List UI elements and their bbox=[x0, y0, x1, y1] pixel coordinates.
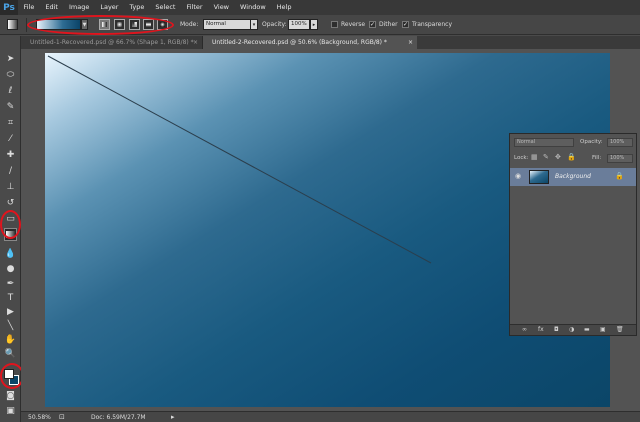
transparency-label: Transparency bbox=[412, 21, 453, 28]
tab-label: Untitled-2-Recovered.psd @ 50.6% (Backgr… bbox=[212, 39, 387, 46]
layer-thumbnail bbox=[529, 170, 549, 184]
visibility-eye-icon[interactable]: ◉ bbox=[515, 172, 521, 180]
status-info-icon[interactable]: ⊡ bbox=[59, 413, 65, 421]
blend-mode-select[interactable]: Normal bbox=[514, 138, 574, 147]
tab-label: Untitled-1-Recovered.psd @ 66.7% (Shape … bbox=[30, 39, 194, 46]
menu-bar: Ps File Edit Image Layer Type Select Fil… bbox=[0, 0, 640, 15]
new-layer-icon[interactable]: ▣ bbox=[600, 326, 606, 333]
reverse-checkbox[interactable] bbox=[331, 21, 338, 28]
opacity-dropdown-icon[interactable]: ▸ bbox=[310, 19, 318, 30]
layer-row-background[interactable]: ◉ Background 🔒 bbox=[510, 168, 636, 186]
crop-tool-icon[interactable]: ⌗ bbox=[4, 116, 17, 129]
quick-select-tool-icon[interactable]: ✎ bbox=[4, 100, 17, 113]
opacity-input[interactable]: 100% bbox=[288, 19, 310, 30]
lock-all-icon[interactable]: 🔒 bbox=[567, 153, 576, 161]
dither-checkbox[interactable]: ✓ bbox=[369, 21, 376, 28]
status-menu-arrow-icon[interactable]: ▸ bbox=[171, 413, 175, 421]
layer-name: Background bbox=[555, 173, 591, 180]
mode-select[interactable]: Normal bbox=[203, 19, 257, 30]
mode-label: Mode: bbox=[180, 21, 199, 28]
menu-edit[interactable]: Edit bbox=[40, 0, 64, 15]
path-selection-tool-icon[interactable]: ▶ bbox=[4, 305, 17, 318]
options-bar: ▼ Mode: Normal ▾ Opacity: 100% ▸ Reverse… bbox=[0, 15, 640, 35]
zoom-level[interactable]: 50.58% bbox=[28, 414, 51, 421]
menu-window[interactable]: Window bbox=[235, 0, 272, 15]
healing-brush-tool-icon[interactable]: ✚ bbox=[4, 148, 17, 161]
opacity-label: Opacity: bbox=[580, 139, 603, 145]
menu-image[interactable]: Image bbox=[63, 0, 94, 15]
tool-preset-icon[interactable] bbox=[7, 19, 18, 30]
eyedropper-tool-icon[interactable]: ⁄ bbox=[4, 132, 17, 145]
tools-panel: ➤ ⬭ ℓ ✎ ⌗ ⁄ ✚ ∕ ⊥ ↺ ▭ 💧 ● ✒ T ▶ ╲ ✋ 🔍 ◙ … bbox=[0, 36, 24, 422]
menu-help[interactable]: Help bbox=[271, 0, 297, 15]
menu-file[interactable]: File bbox=[18, 0, 40, 15]
hand-tool-icon[interactable]: ✋ bbox=[4, 333, 17, 346]
marquee-tool-icon[interactable]: ⬭ bbox=[4, 68, 17, 81]
brush-tool-icon[interactable]: ∕ bbox=[4, 164, 17, 177]
layers-panel: Normal Opacity: 100% Lock: ▦ ✎ ✥ 🔒 Fill:… bbox=[509, 133, 637, 336]
new-group-icon[interactable]: ▬ bbox=[584, 326, 590, 333]
menu-layer[interactable]: Layer bbox=[95, 0, 124, 15]
layer-mask-icon[interactable]: ◘ bbox=[554, 326, 559, 333]
lasso-tool-icon[interactable]: ℓ bbox=[4, 84, 17, 97]
document-tabs: Untitled-1-Recovered.psd @ 66.7% (Shape … bbox=[21, 36, 640, 49]
transparency-checkbox[interactable]: ✓ bbox=[402, 21, 409, 28]
layer-opacity-input[interactable]: 100% bbox=[607, 138, 633, 147]
quick-mask-icon[interactable]: ◙ bbox=[4, 389, 17, 402]
close-icon[interactable]: × bbox=[193, 36, 198, 49]
reverse-label: Reverse bbox=[341, 21, 366, 28]
type-tool-icon[interactable]: T bbox=[4, 291, 17, 304]
shape-tool-icon[interactable]: ╲ bbox=[4, 319, 17, 332]
link-layers-icon[interactable]: ∞ bbox=[522, 326, 527, 333]
close-icon[interactable]: × bbox=[408, 36, 413, 49]
foreground-color-swatch[interactable] bbox=[4, 369, 14, 379]
dither-label: Dither bbox=[379, 21, 398, 28]
adjustment-layer-icon[interactable]: ◑ bbox=[569, 326, 574, 333]
highlight-annotation bbox=[0, 210, 21, 239]
clone-stamp-tool-icon[interactable]: ⊥ bbox=[4, 180, 17, 193]
screen-mode-icon[interactable]: ▣ bbox=[4, 404, 17, 417]
pen-tool-icon[interactable]: ✒ bbox=[4, 277, 17, 290]
zoom-tool-icon[interactable]: 🔍 bbox=[4, 347, 17, 360]
opacity-label: Opacity: bbox=[262, 21, 287, 28]
mode-dropdown-icon[interactable]: ▾ bbox=[250, 19, 258, 30]
tab-untitled-1[interactable]: Untitled-1-Recovered.psd @ 66.7% (Shape … bbox=[21, 36, 203, 49]
menu-filter[interactable]: Filter bbox=[181, 0, 208, 15]
menu-type[interactable]: Type bbox=[124, 0, 150, 15]
photoshop-window: Ps File Edit Image Layer Type Select Fil… bbox=[0, 0, 640, 422]
dodge-tool-icon[interactable]: ● bbox=[4, 262, 17, 275]
layers-panel-footer: ∞ fx ◘ ◑ ▬ ▣ 🗑 bbox=[510, 324, 636, 335]
history-brush-tool-icon[interactable]: ↺ bbox=[4, 196, 17, 209]
lock-image-icon[interactable]: ✎ bbox=[543, 153, 549, 161]
menu-view[interactable]: View bbox=[208, 0, 234, 15]
blur-tool-icon[interactable]: 💧 bbox=[4, 247, 17, 260]
status-bar: 50.58% ⊡ Doc: 6.59M/27.7M ▸ bbox=[21, 411, 640, 422]
photoshop-logo: Ps bbox=[0, 0, 18, 15]
menu-select[interactable]: Select bbox=[150, 0, 181, 15]
fill-input[interactable]: 100% bbox=[607, 154, 633, 163]
lock-transparent-icon[interactable]: ▦ bbox=[531, 153, 538, 161]
move-tool-icon[interactable]: ➤ bbox=[4, 52, 17, 65]
lock-label: Lock: bbox=[514, 155, 529, 161]
layer-style-icon[interactable]: fx bbox=[538, 326, 544, 333]
document-size: Doc: 6.59M/27.7M bbox=[91, 414, 146, 421]
delete-layer-icon[interactable]: 🗑 bbox=[616, 326, 624, 333]
lock-position-icon[interactable]: ✥ bbox=[555, 153, 561, 161]
lock-icon: 🔒 bbox=[615, 172, 624, 180]
highlight-annotation bbox=[27, 15, 174, 35]
fill-label: Fill: bbox=[592, 155, 602, 161]
tab-untitled-2[interactable]: Untitled-2-Recovered.psd @ 50.6% (Backgr… bbox=[203, 36, 417, 49]
